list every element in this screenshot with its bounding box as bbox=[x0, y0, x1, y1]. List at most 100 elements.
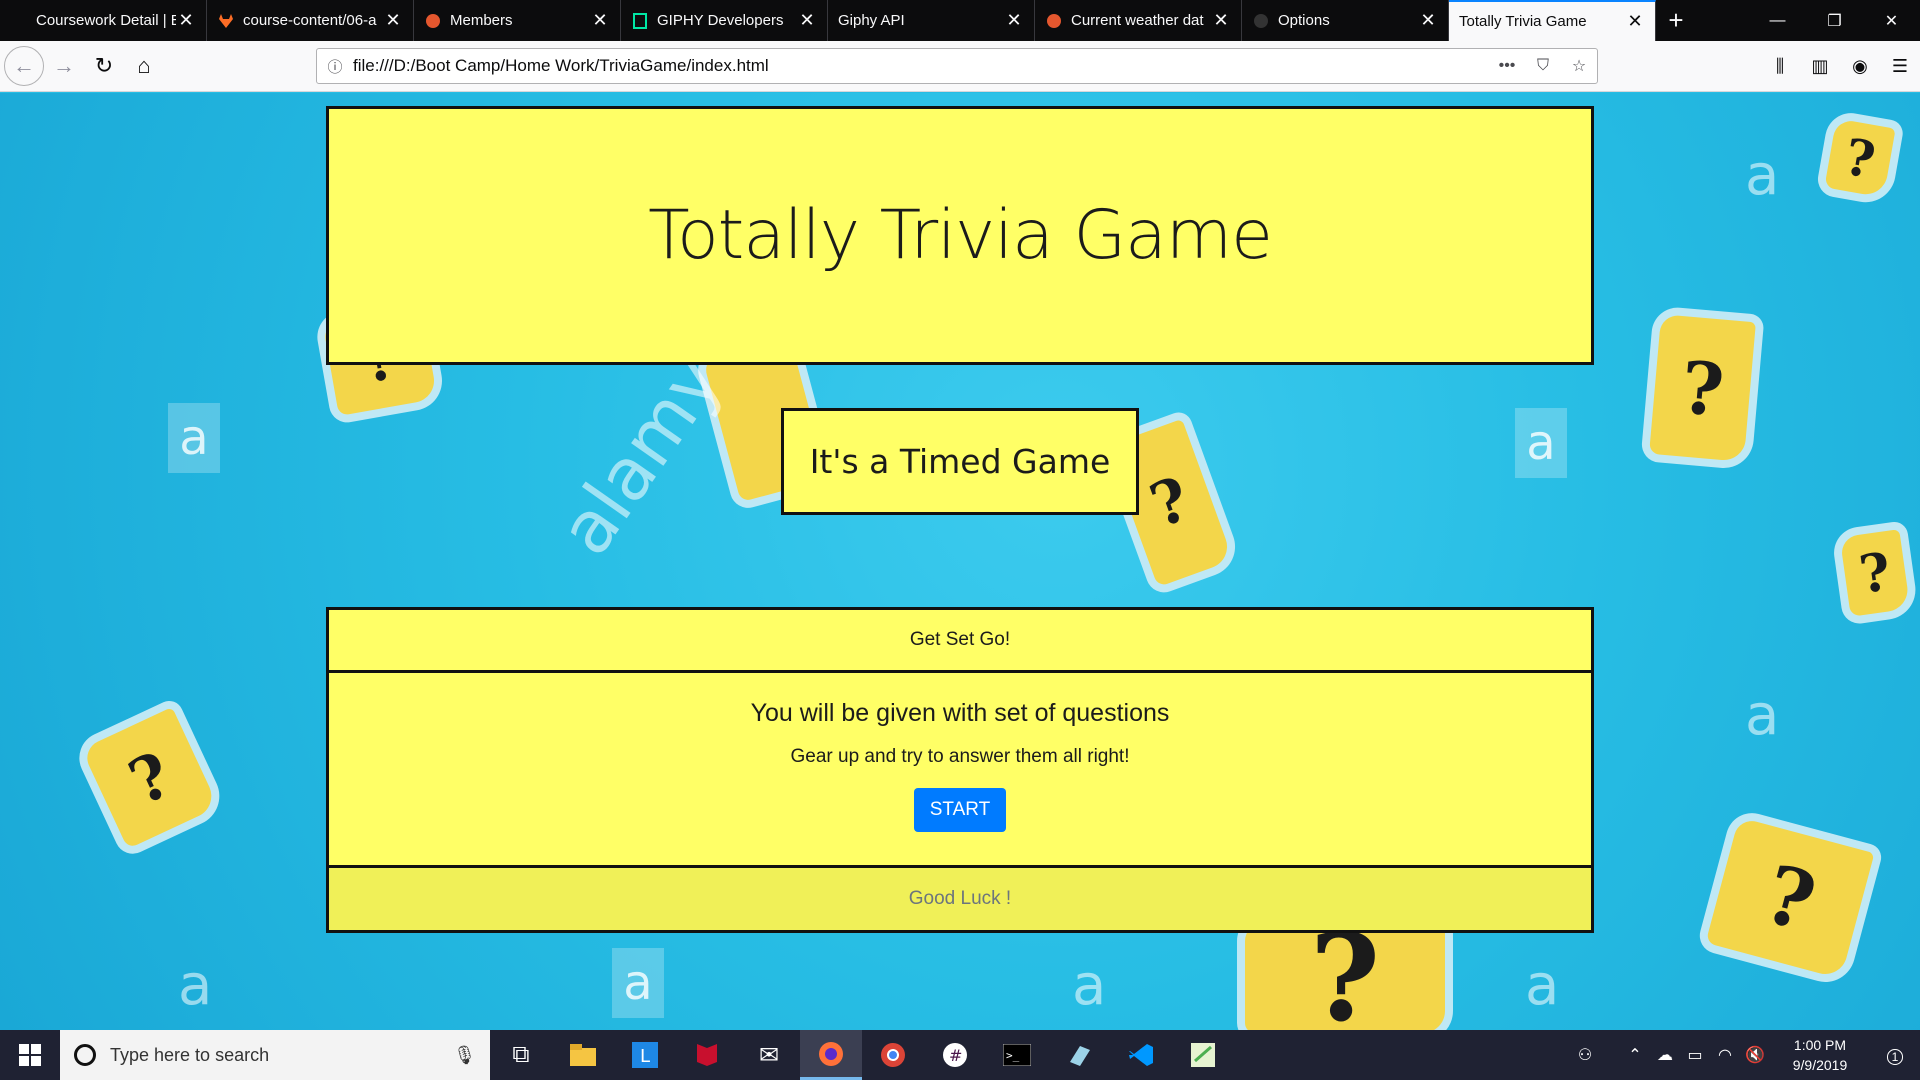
watermark-logo: a bbox=[168, 403, 220, 473]
microphone-icon[interactable]: 🎙 bbox=[453, 1045, 476, 1066]
taskbar: Type here to search 🎙 ⧉ L ✉ # >_ ⚇ ⌃ ☁ ▭… bbox=[0, 1030, 1920, 1080]
title-jumbotron: Totally Trivia Game bbox=[326, 106, 1594, 365]
slack-icon[interactable]: # bbox=[924, 1030, 986, 1080]
forward-icon[interactable]: → bbox=[44, 46, 84, 86]
bookmark-star-icon[interactable]: ☆ bbox=[1561, 56, 1597, 76]
browser-tab-strip: Coursework Detail | Boo ✕ course-content… bbox=[0, 0, 1920, 41]
page-title: Totally Trivia Game bbox=[648, 196, 1273, 275]
tab-title: Members bbox=[450, 12, 513, 29]
svg-text:>_: >_ bbox=[1006, 1049, 1020, 1062]
cortana-icon bbox=[74, 1044, 96, 1066]
toolbar-right: ⫼ ▥ ◉ ☰ bbox=[1760, 41, 1920, 92]
close-tab-icon[interactable]: ✕ bbox=[797, 10, 817, 31]
library-icon[interactable]: ⫼ bbox=[1760, 56, 1800, 77]
onedrive-icon[interactable]: ☁ bbox=[1650, 1045, 1680, 1065]
start-button[interactable]: START bbox=[913, 788, 1007, 832]
close-tab-icon[interactable]: ✕ bbox=[1418, 10, 1438, 31]
new-tab-button[interactable]: + bbox=[1656, 0, 1696, 41]
tab-giphy-api[interactable]: Giphy API ✕ bbox=[828, 0, 1035, 41]
clock-date: 9/9/2019 bbox=[1792, 1057, 1848, 1073]
svg-text:L: L bbox=[640, 1046, 650, 1067]
question-mark-decoration: ? bbox=[81, 707, 219, 849]
tab-options[interactable]: Options ✕ bbox=[1242, 0, 1449, 41]
tab-title: Coursework Detail | Boo bbox=[36, 12, 176, 29]
battery-icon[interactable]: ▭ bbox=[1680, 1045, 1710, 1065]
task-view-icon[interactable]: ⧉ bbox=[490, 1030, 552, 1080]
close-tab-icon[interactable]: ✕ bbox=[1625, 11, 1645, 32]
tab-giphy-developers[interactable]: GIPHY Developers ✕ bbox=[621, 0, 828, 41]
clock-time: 1:00 PM bbox=[1793, 1037, 1847, 1053]
watermark-logo: a bbox=[1525, 953, 1560, 1018]
bootcamp-icon bbox=[10, 12, 28, 30]
pocket-icon[interactable]: ⛉ bbox=[1525, 57, 1561, 75]
tab-members[interactable]: Members ✕ bbox=[414, 0, 621, 41]
close-tab-icon[interactable]: ✕ bbox=[1004, 10, 1024, 31]
card-title: You will be given with set of questions bbox=[750, 699, 1170, 727]
windows-start-icon[interactable] bbox=[0, 1030, 60, 1080]
volume-muted-icon[interactable]: 🔇 bbox=[1740, 1045, 1770, 1065]
close-tab-icon[interactable]: ✕ bbox=[590, 10, 610, 31]
timed-game-banner: It's a Timed Game bbox=[781, 408, 1139, 515]
watermark-logo: alamy bbox=[542, 340, 739, 570]
tab-title: Options bbox=[1278, 12, 1330, 29]
file-explorer-icon[interactable] bbox=[552, 1030, 614, 1080]
taskbar-clock[interactable]: 1:00 PM 9/9/2019 bbox=[1770, 1035, 1870, 1075]
card-text: Gear up and try to answer them all right… bbox=[790, 746, 1130, 767]
taskbar-search-box[interactable]: Type here to search 🎙 bbox=[60, 1030, 490, 1080]
notepad-plus-icon[interactable] bbox=[1172, 1030, 1234, 1080]
close-tab-icon[interactable]: ✕ bbox=[176, 10, 196, 31]
gitlab-icon bbox=[217, 12, 235, 30]
people-icon[interactable]: ⚇ bbox=[1570, 1045, 1600, 1065]
svg-text:#: # bbox=[949, 1046, 962, 1065]
system-tray: ⚇ ⌃ ☁ ▭ ◠ 🔇 1:00 PM 9/9/2019 1 bbox=[1570, 1030, 1920, 1080]
minimize-icon[interactable]: — bbox=[1749, 0, 1806, 41]
notification-count: 1 bbox=[1886, 1048, 1904, 1065]
tab-title: Current weather dat bbox=[1071, 12, 1204, 29]
reload-icon[interactable]: ↻ bbox=[84, 46, 124, 86]
question-mark-decoration: ? bbox=[1245, 908, 1445, 1030]
show-hidden-icons-icon[interactable]: ⌃ bbox=[1620, 1045, 1650, 1065]
mail-icon[interactable]: ✉ bbox=[738, 1030, 800, 1080]
sidebar-icon[interactable]: ▥ bbox=[1800, 56, 1840, 77]
vscode-icon[interactable] bbox=[1110, 1030, 1172, 1080]
game-card: Get Set Go! You will be given with set o… bbox=[326, 607, 1594, 933]
question-mark-decoration: ? bbox=[1839, 529, 1911, 617]
tab-totally-trivia-game[interactable]: Totally Trivia Game ✕ bbox=[1449, 0, 1656, 41]
menu-icon[interactable]: ☰ bbox=[1880, 56, 1920, 77]
wifi-icon[interactable]: ◠ bbox=[1710, 1045, 1740, 1065]
watermark-logo: a bbox=[178, 953, 213, 1018]
watermark-logo: a bbox=[1745, 143, 1780, 208]
info-icon[interactable]: ⓘ bbox=[317, 56, 353, 77]
document-icon bbox=[631, 12, 649, 30]
page-actions-icon[interactable]: ••• bbox=[1489, 57, 1525, 75]
firefox-icon[interactable] bbox=[800, 1030, 862, 1080]
navigation-toolbar: ← → ↻ ⌂ ⓘ file:///D:/Boot Camp/Home Work… bbox=[0, 41, 1920, 92]
terminal-icon[interactable]: >_ bbox=[986, 1030, 1048, 1080]
lync-app-icon[interactable]: L bbox=[614, 1030, 676, 1080]
card-footer: Good Luck ! bbox=[329, 868, 1591, 930]
watermark-logo: a bbox=[1515, 408, 1567, 478]
card-header: Get Set Go! bbox=[329, 610, 1591, 673]
question-mark-decoration: ? bbox=[1824, 118, 1896, 198]
weather-icon bbox=[1045, 12, 1063, 30]
close-window-icon[interactable]: ✕ bbox=[1863, 0, 1920, 41]
window-controls: — ❐ ✕ bbox=[1749, 0, 1920, 41]
account-icon[interactable]: ◉ bbox=[1840, 56, 1880, 77]
tab-course-content[interactable]: course-content/06-a ✕ bbox=[207, 0, 414, 41]
card-body: You will be given with set of questions … bbox=[329, 673, 1591, 868]
back-icon[interactable]: ← bbox=[4, 46, 44, 86]
tab-coursework[interactable]: Coursework Detail | Boo ✕ bbox=[0, 0, 207, 41]
close-tab-icon[interactable]: ✕ bbox=[1211, 10, 1231, 31]
restore-icon[interactable]: ❐ bbox=[1806, 0, 1863, 41]
eraser-app-icon[interactable] bbox=[1048, 1030, 1110, 1080]
url-bar[interactable]: ⓘ file:///D:/Boot Camp/Home Work/TriviaG… bbox=[316, 48, 1598, 84]
url-text[interactable]: file:///D:/Boot Camp/Home Work/TriviaGam… bbox=[353, 56, 1489, 76]
question-mark-decoration: ? bbox=[1649, 314, 1756, 462]
mcafee-icon[interactable] bbox=[676, 1030, 738, 1080]
tab-current-weather[interactable]: Current weather dat ✕ bbox=[1035, 0, 1242, 41]
tab-title: GIPHY Developers bbox=[657, 12, 784, 29]
notification-center-icon[interactable]: 1 bbox=[1870, 1045, 1920, 1066]
home-icon[interactable]: ⌂ bbox=[124, 46, 164, 86]
close-tab-icon[interactable]: ✕ bbox=[383, 10, 403, 31]
chrome-icon[interactable] bbox=[862, 1030, 924, 1080]
